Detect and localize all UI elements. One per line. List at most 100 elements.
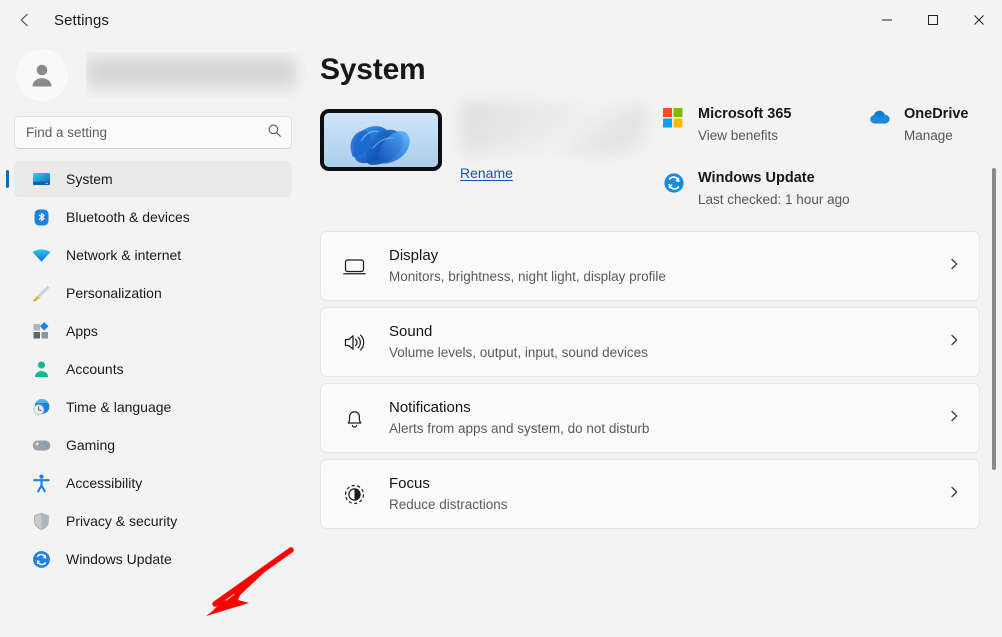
quick-link-text: Microsoft 365 View benefits (698, 105, 791, 145)
sidebar-item-label: Accessibility (66, 475, 142, 491)
sidebar-item-accessibility[interactable]: Accessibility (14, 465, 292, 501)
settings-card-text: Focus Reduce distractions (389, 474, 947, 514)
device-card: Rename (320, 101, 650, 209)
maximize-button[interactable] (910, 0, 956, 40)
settings-card-list: Display Monitors, brightness, night ligh… (320, 231, 980, 529)
main-scrollbar[interactable] (989, 120, 999, 631)
windows-update-icon (30, 548, 52, 570)
redacted-device-name (460, 103, 648, 155)
chevron-right-icon (947, 485, 961, 504)
sidebar-item-personalization[interactable]: Personalization (14, 275, 292, 311)
apps-icon (30, 320, 52, 342)
settings-card-title: Notifications (389, 398, 947, 418)
quick-links: Microsoft 365 View benefits OneDr (662, 101, 998, 209)
rename-link[interactable]: Rename (460, 165, 513, 181)
search-input[interactable] (15, 117, 291, 148)
window-controls (864, 0, 1002, 40)
sidebar-item-label: Privacy & security (66, 513, 177, 529)
search-icon (267, 123, 282, 143)
close-icon (973, 14, 985, 26)
back-arrow-icon (16, 11, 34, 29)
back-button[interactable] (8, 5, 42, 35)
minimize-icon (881, 14, 893, 26)
device-meta: Rename (460, 101, 650, 209)
person-avatar-icon (25, 58, 59, 92)
sidebar-item-label: Apps (66, 323, 98, 339)
speaker-icon (341, 329, 367, 355)
paintbrush-icon (30, 282, 52, 304)
quick-links-row-top: Microsoft 365 View benefits OneDr (662, 105, 998, 145)
sidebar-item-label: Time & language (66, 399, 171, 415)
microsoft-logo-icon (662, 107, 686, 131)
quick-link-onedrive[interactable]: OneDrive Manage (868, 105, 998, 145)
sidebar-item-bluetooth-devices[interactable]: Bluetooth & devices (14, 199, 292, 235)
search-box[interactable] (14, 116, 292, 149)
shield-icon (30, 510, 52, 532)
minimize-button[interactable] (864, 0, 910, 40)
sidebar-item-label: Accounts (66, 361, 124, 377)
settings-card-notifications[interactable]: Notifications Alerts from apps and syste… (320, 383, 980, 453)
quick-link-title: Microsoft 365 (698, 105, 791, 124)
sidebar: System Bluetooth & devices (0, 40, 306, 637)
settings-card-display[interactable]: Display Monitors, brightness, night ligh… (320, 231, 980, 301)
settings-card-title: Sound (389, 322, 947, 342)
redacted-user-name (86, 54, 296, 96)
quick-link-title: Windows Update (698, 169, 850, 188)
settings-card-subtitle: Alerts from apps and system, do not dist… (389, 419, 947, 438)
wifi-icon (30, 244, 52, 266)
sidebar-item-gaming[interactable]: Gaming (14, 427, 292, 463)
sidebar-item-apps[interactable]: Apps (14, 313, 292, 349)
windows-update-icon (662, 171, 686, 195)
quick-link-subtitle: Last checked: 1 hour ago (698, 190, 850, 209)
settings-card-subtitle: Monitors, brightness, night light, displ… (389, 267, 947, 286)
settings-card-text: Notifications Alerts from apps and syste… (389, 398, 947, 438)
app-title: Settings (54, 12, 109, 29)
quick-link-subtitle: Manage (904, 126, 968, 145)
clock-globe-icon (30, 396, 52, 418)
sidebar-item-label: Network & internet (66, 247, 181, 263)
chevron-right-icon (947, 257, 961, 276)
quick-link-windows-update[interactable]: Windows Update Last checked: 1 hour ago (662, 169, 998, 209)
sidebar-item-label: Bluetooth & devices (66, 209, 190, 225)
settings-card-title: Display (389, 246, 947, 266)
page-title: System (320, 53, 1002, 87)
quick-link-title: OneDrive (904, 105, 968, 124)
system-overview: Rename (320, 101, 982, 209)
settings-card-subtitle: Reduce distractions (389, 495, 947, 514)
sidebar-item-network-internet[interactable]: Network & internet (14, 237, 292, 273)
settings-card-text: Display Monitors, brightness, night ligh… (389, 246, 947, 286)
settings-window: Settings (0, 0, 1002, 637)
sidebar-item-label: Windows Update (66, 551, 172, 567)
quick-link-microsoft-365[interactable]: Microsoft 365 View benefits (662, 105, 842, 145)
display-monitor-icon (341, 253, 367, 279)
chevron-right-icon (947, 333, 961, 352)
sidebar-nav: System Bluetooth & devices (0, 161, 306, 577)
windows-bloom-wallpaper (324, 113, 438, 171)
gamepad-icon (30, 434, 52, 456)
sidebar-item-system[interactable]: System (14, 161, 292, 197)
main-content: System (306, 40, 1002, 637)
sidebar-item-label: System (66, 171, 113, 187)
sidebar-item-privacy-security[interactable]: Privacy & security (14, 503, 292, 539)
chevron-right-icon (947, 409, 961, 428)
user-profile[interactable] (0, 40, 306, 110)
accessibility-icon (30, 472, 52, 494)
title-bar: Settings (0, 0, 1002, 40)
bluetooth-icon (30, 206, 52, 228)
sidebar-item-label: Personalization (66, 285, 162, 301)
settings-card-focus[interactable]: Focus Reduce distractions (320, 459, 980, 529)
bell-icon (341, 405, 367, 431)
system-monitor-icon (30, 168, 52, 190)
sidebar-item-time-language[interactable]: Time & language (14, 389, 292, 425)
search-container (0, 110, 306, 149)
settings-card-subtitle: Volume levels, output, input, sound devi… (389, 343, 947, 362)
account-person-icon (30, 358, 52, 380)
sidebar-item-accounts[interactable]: Accounts (14, 351, 292, 387)
settings-card-sound[interactable]: Sound Volume levels, output, input, soun… (320, 307, 980, 377)
scrollbar-thumb[interactable] (992, 168, 996, 470)
avatar (16, 49, 68, 101)
sidebar-item-label: Gaming (66, 437, 115, 453)
quick-link-text: Windows Update Last checked: 1 hour ago (698, 169, 850, 209)
close-button[interactable] (956, 0, 1002, 40)
sidebar-item-windows-update[interactable]: Windows Update (14, 541, 292, 577)
